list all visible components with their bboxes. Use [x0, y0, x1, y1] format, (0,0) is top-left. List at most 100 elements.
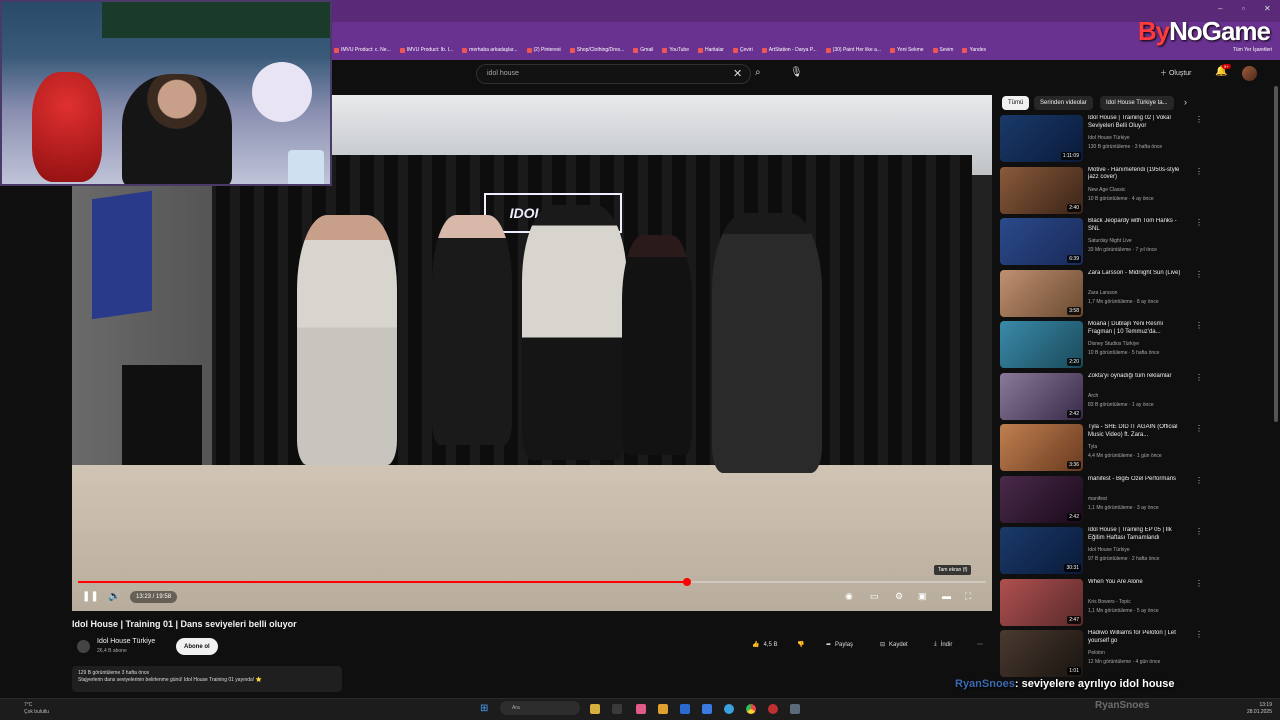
dislike-button[interactable]: 👎: [797, 641, 804, 648]
chevron-right-icon[interactable]: ›: [1184, 97, 1187, 107]
microphone-icon[interactable]: 🎙: [790, 67, 803, 78]
subtitles-icon[interactable]: ▭: [870, 591, 879, 602]
folder-icon[interactable]: [658, 704, 668, 714]
video-thumbnail[interactable]: 2:40: [1000, 166, 1083, 214]
more-options-icon[interactable]: ⋮: [1195, 579, 1203, 588]
recommendation-item[interactable]: 2:42 Zokta'yı oynadığı tüm reklamlar Arch 8…: [1000, 372, 1205, 421]
recommendation-item[interactable]: 3:36 Tyla - SHE DID IT AGAIN (Official Mu…: [1000, 424, 1205, 472]
recommendation-item[interactable]: 1:11:09 Idol House | Training 02 | Vokal …: [1000, 115, 1205, 163]
recommendation-item[interactable]: 2:40 Motive - Hanımefendi (1950s-style ja…: [1000, 166, 1205, 215]
video-thumbnail[interactable]: 2:42: [1000, 475, 1083, 523]
recommendation-title[interactable]: Idol House | Training 02 | Vokal Seviyel…: [1088, 115, 1188, 131]
recommendation-channel[interactable]: Idol House Türkiye: [1088, 547, 1130, 553]
chip-all[interactable]: Tümü: [1002, 96, 1030, 110]
chip-series[interactable]: Serinden videolar: [1034, 96, 1093, 110]
video-thumbnail[interactable]: 6:39: [1000, 218, 1083, 265]
more-options-icon[interactable]: ⋮: [1195, 630, 1203, 639]
autoplay-toggle-icon[interactable]: ◉: [845, 591, 853, 602]
recommendation-item[interactable]: 2:42 manifest - Bigi5 Özel Performans mani…: [1000, 475, 1205, 524]
mail-icon[interactable]: [702, 704, 712, 714]
account-avatar[interactable]: [1242, 66, 1257, 81]
recommendation-title[interactable]: Hadiwo Williams for Peloton | Let yourse…: [1088, 630, 1188, 646]
taskbar-search-input[interactable]: Ara: [500, 701, 580, 715]
recommendation-item[interactable]: 6:39 Black Jeopardy with Tom Hanks - SNL S…: [1000, 218, 1205, 266]
miniplayer-icon[interactable]: ▣: [918, 591, 927, 602]
chrome-icon[interactable]: [746, 704, 756, 714]
more-actions-icon[interactable]: ⋯: [977, 641, 983, 648]
video-thumbnail[interactable]: 1:01: [1000, 630, 1083, 677]
video-thumbnail[interactable]: 2:20: [1000, 321, 1083, 368]
channel-name[interactable]: Idol House Türkiye: [97, 638, 155, 645]
video-thumbnail[interactable]: 2:42: [1000, 372, 1083, 420]
recommendation-title[interactable]: Zokta'yı oynadığı tüm reklamlar: [1088, 373, 1188, 381]
bookmark-item[interactable]: ArtStation - Darya P...: [761, 47, 817, 53]
app-icon[interactable]: [636, 704, 646, 714]
recommendation-channel[interactable]: Peloton: [1088, 650, 1105, 656]
bookmark-item[interactable]: Çeviri: [732, 47, 753, 53]
terminal-icon[interactable]: [612, 704, 622, 714]
minimize-button[interactable]: –: [1218, 4, 1222, 13]
subscribe-button[interactable]: Abone ol: [176, 638, 218, 655]
more-options-icon[interactable]: ⋮: [1195, 424, 1203, 433]
download-button[interactable]: ⤓ İndir: [934, 641, 952, 648]
chip-channel[interactable]: Idol House Türkiye ta...: [1100, 96, 1174, 110]
fullscreen-icon[interactable]: ⛶: [965, 591, 971, 602]
search-icon[interactable]: ⌕: [755, 67, 761, 78]
recommendation-channel[interactable]: Arch: [1088, 393, 1098, 399]
recommendation-item[interactable]: 2:47 When You Are Alone Kris Bowers - Topi…: [1000, 578, 1205, 627]
video-thumbnail[interactable]: 30:31: [1000, 527, 1083, 574]
bookmark-item[interactable]: IMVU Product: Ib. I...: [399, 47, 453, 53]
settings-gear-icon[interactable]: ⚙: [895, 591, 903, 602]
recommendation-title[interactable]: Zara Larsson - Midnight Sun (Live): [1088, 270, 1188, 278]
bookmark-item[interactable]: (30) Paint Her like a...: [825, 47, 881, 53]
more-options-icon[interactable]: ⋮: [1195, 373, 1203, 382]
share-button[interactable]: ➦ Paylaş: [826, 641, 853, 649]
bookmark-item[interactable]: merhaba arkadaşlar...: [462, 47, 518, 53]
create-button[interactable]: ＋ Oluştur: [1160, 68, 1192, 78]
recommendation-channel[interactable]: Zara Larsson: [1088, 290, 1117, 296]
more-options-icon[interactable]: ⋮: [1195, 218, 1203, 227]
more-options-icon[interactable]: ⋮: [1195, 321, 1203, 330]
video-thumbnail[interactable]: 3:36: [1000, 424, 1083, 471]
bookmark-item[interactable]: YouTube: [662, 47, 689, 53]
recommendation-title[interactable]: Moana | Dublajlı Yeni Resmi Fragman | 10…: [1088, 321, 1188, 337]
pause-icon[interactable]: ❚❚: [82, 591, 99, 602]
close-window-button[interactable]: ✕: [1264, 4, 1271, 13]
recommendation-channel[interactable]: Saturday Night Live: [1088, 238, 1132, 244]
recommendation-title[interactable]: Black Jeopardy with Tom Hanks - SNL: [1088, 218, 1188, 234]
recommendation-title[interactable]: When You Are Alone: [1088, 579, 1188, 587]
more-options-icon[interactable]: ⋮: [1195, 527, 1203, 536]
bookmark-item[interactable]: Haritalar: [698, 47, 724, 53]
theater-mode-icon[interactable]: ▬: [942, 591, 951, 601]
more-options-icon[interactable]: ⋮: [1195, 270, 1203, 279]
recommendation-channel[interactable]: Tyla: [1088, 444, 1097, 450]
video-description[interactable]: 129 B görüntüleme 3 hafta önce Stajyerle…: [72, 666, 342, 692]
more-options-icon[interactable]: ⋮: [1195, 115, 1203, 124]
recommendation-title[interactable]: Tyla - SHE DID IT AGAIN (Official Music …: [1088, 424, 1188, 440]
page-scrollbar[interactable]: [1274, 86, 1278, 422]
channel-avatar[interactable]: [77, 640, 90, 653]
bookmark-item[interactable]: Shop/Clothing/Dres...: [569, 47, 624, 53]
recommendation-channel[interactable]: Disney Studios Türkiye: [1088, 341, 1139, 347]
bookmark-item[interactable]: IMVU Product: c. Ne...: [334, 47, 391, 53]
store-icon[interactable]: [680, 704, 690, 714]
recommendation-title[interactable]: Idol House | Training EP 05 | İlk Eğitim…: [1088, 527, 1188, 543]
recommendation-item[interactable]: 2:20 Moana | Dublajlı Yeni Resmi Fragman …: [1000, 321, 1205, 369]
recommendation-item[interactable]: 3:58 Zara Larsson - Midnight Sun (Live) Za…: [1000, 269, 1205, 318]
clear-search-icon[interactable]: ✕: [733, 67, 742, 80]
volume-icon[interactable]: 🔊: [108, 591, 120, 602]
search-input[interactable]: idol house: [476, 64, 751, 84]
video-thumbnail[interactable]: 1:11:09: [1000, 115, 1083, 162]
bookmark-item[interactable]: Sevim: [932, 47, 953, 53]
recommendation-channel[interactable]: manifest: [1088, 496, 1107, 502]
video-thumbnail[interactable]: 3:58: [1000, 269, 1083, 317]
more-options-icon[interactable]: ⋮: [1195, 167, 1203, 176]
bookmark-item[interactable]: Yandex: [962, 47, 986, 53]
bookmark-item[interactable]: Gmail: [633, 47, 653, 53]
recommendation-item[interactable]: 30:31 Idol House | Training EP 05 | İlk E…: [1000, 527, 1205, 575]
recommendation-title[interactable]: Motive - Hanımefendi (1950s-style jazz c…: [1088, 167, 1188, 183]
windows-start-icon[interactable]: ⊞: [480, 703, 488, 714]
file-explorer-icon[interactable]: [590, 704, 600, 714]
like-button[interactable]: 👍 4,5 B: [752, 641, 778, 649]
bookmark-item[interactable]: (2) Pinterest: [526, 47, 561, 53]
